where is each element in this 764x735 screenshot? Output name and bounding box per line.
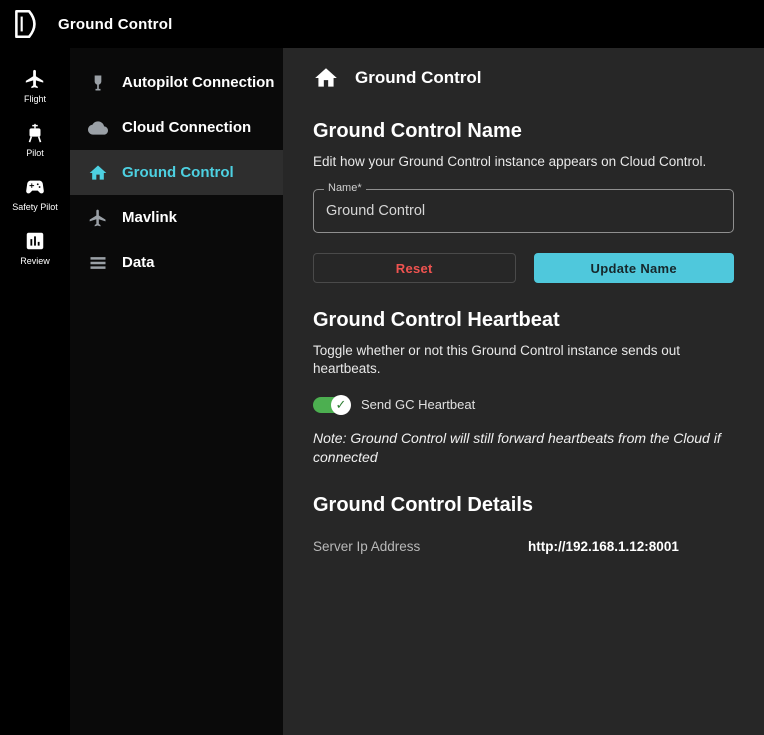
check-icon: ✓ xyxy=(331,395,351,415)
sidebar-item-mavlink[interactable]: Mavlink xyxy=(70,195,283,240)
rail-label: Flight xyxy=(24,94,46,104)
name-section-description: Edit how your Ground Control instance ap… xyxy=(313,153,734,171)
detail-label: Server Ip Address xyxy=(313,539,528,554)
app-title: Ground Control xyxy=(58,16,172,33)
update-name-button[interactable]: Update Name xyxy=(534,253,735,283)
sidebar-item-label: Autopilot Connection xyxy=(122,74,274,91)
gamepad-icon xyxy=(24,176,46,198)
reset-button[interactable]: Reset xyxy=(313,253,516,283)
name-field[interactable]: Name* xyxy=(313,189,734,233)
heartbeat-toggle-row: ✓ Send GC Heartbeat xyxy=(313,397,734,413)
heartbeat-toggle[interactable]: ✓ xyxy=(313,397,349,413)
detail-value: http://192.168.1.12:8001 xyxy=(528,539,679,554)
pilot-controller-icon xyxy=(24,122,46,144)
page-header: Ground Control xyxy=(313,62,734,94)
name-section-heading: Ground Control Name xyxy=(313,120,734,143)
airplane-icon xyxy=(24,68,46,90)
list-icon xyxy=(88,253,108,273)
sidebar-item-cloud-connection[interactable]: Cloud Connection xyxy=(70,105,283,150)
name-input[interactable] xyxy=(314,203,733,219)
sidebar-item-label: Mavlink xyxy=(122,209,177,226)
rail-item-safety-pilot[interactable]: Safety Pilot xyxy=(0,168,70,222)
sidebar-item-data[interactable]: Data xyxy=(70,240,283,285)
rail-item-flight[interactable]: Flight xyxy=(0,60,70,114)
settings-sidebar: Autopilot Connection Cloud Connection Gr… xyxy=(70,48,283,735)
sidebar-item-label: Ground Control xyxy=(122,164,234,181)
sidebar-item-label: Cloud Connection xyxy=(122,119,251,136)
left-nav-rail: Flight Pilot Safety Pilot Review xyxy=(0,48,70,735)
rail-item-review[interactable]: Review xyxy=(0,222,70,276)
sidebar-item-autopilot-connection[interactable]: Autopilot Connection xyxy=(70,60,283,105)
autopilot-icon xyxy=(88,73,108,93)
page-title: Ground Control xyxy=(355,68,482,88)
heartbeat-note: Note: Ground Control will still forward … xyxy=(313,429,734,468)
brand-d-logo xyxy=(10,7,44,41)
sidebar-item-label: Data xyxy=(122,254,155,271)
home-icon xyxy=(88,163,108,183)
rail-label: Review xyxy=(20,256,50,266)
home-icon xyxy=(313,65,339,91)
top-bar: Ground Control xyxy=(0,0,764,48)
rail-label: Pilot xyxy=(26,148,44,158)
main-content: Ground Control Ground Control Name Edit … xyxy=(283,48,764,735)
details-section-heading: Ground Control Details xyxy=(313,494,734,517)
heartbeat-description: Toggle whether or not this Ground Contro… xyxy=(313,342,734,378)
rail-label: Safety Pilot xyxy=(12,202,58,212)
name-field-label: Name* xyxy=(324,182,366,194)
airplane-icon xyxy=(88,208,108,228)
rail-item-pilot[interactable]: Pilot xyxy=(0,114,70,168)
sidebar-item-ground-control[interactable]: Ground Control xyxy=(70,150,283,195)
bar-chart-icon xyxy=(24,230,46,252)
name-actions: Reset Update Name xyxy=(313,253,734,283)
detail-row-server-ip: Server Ip Address http://192.168.1.12:80… xyxy=(313,539,734,554)
heartbeat-section-heading: Ground Control Heartbeat xyxy=(313,309,734,332)
heartbeat-toggle-label: Send GC Heartbeat xyxy=(361,397,475,412)
cloud-icon xyxy=(88,118,108,138)
